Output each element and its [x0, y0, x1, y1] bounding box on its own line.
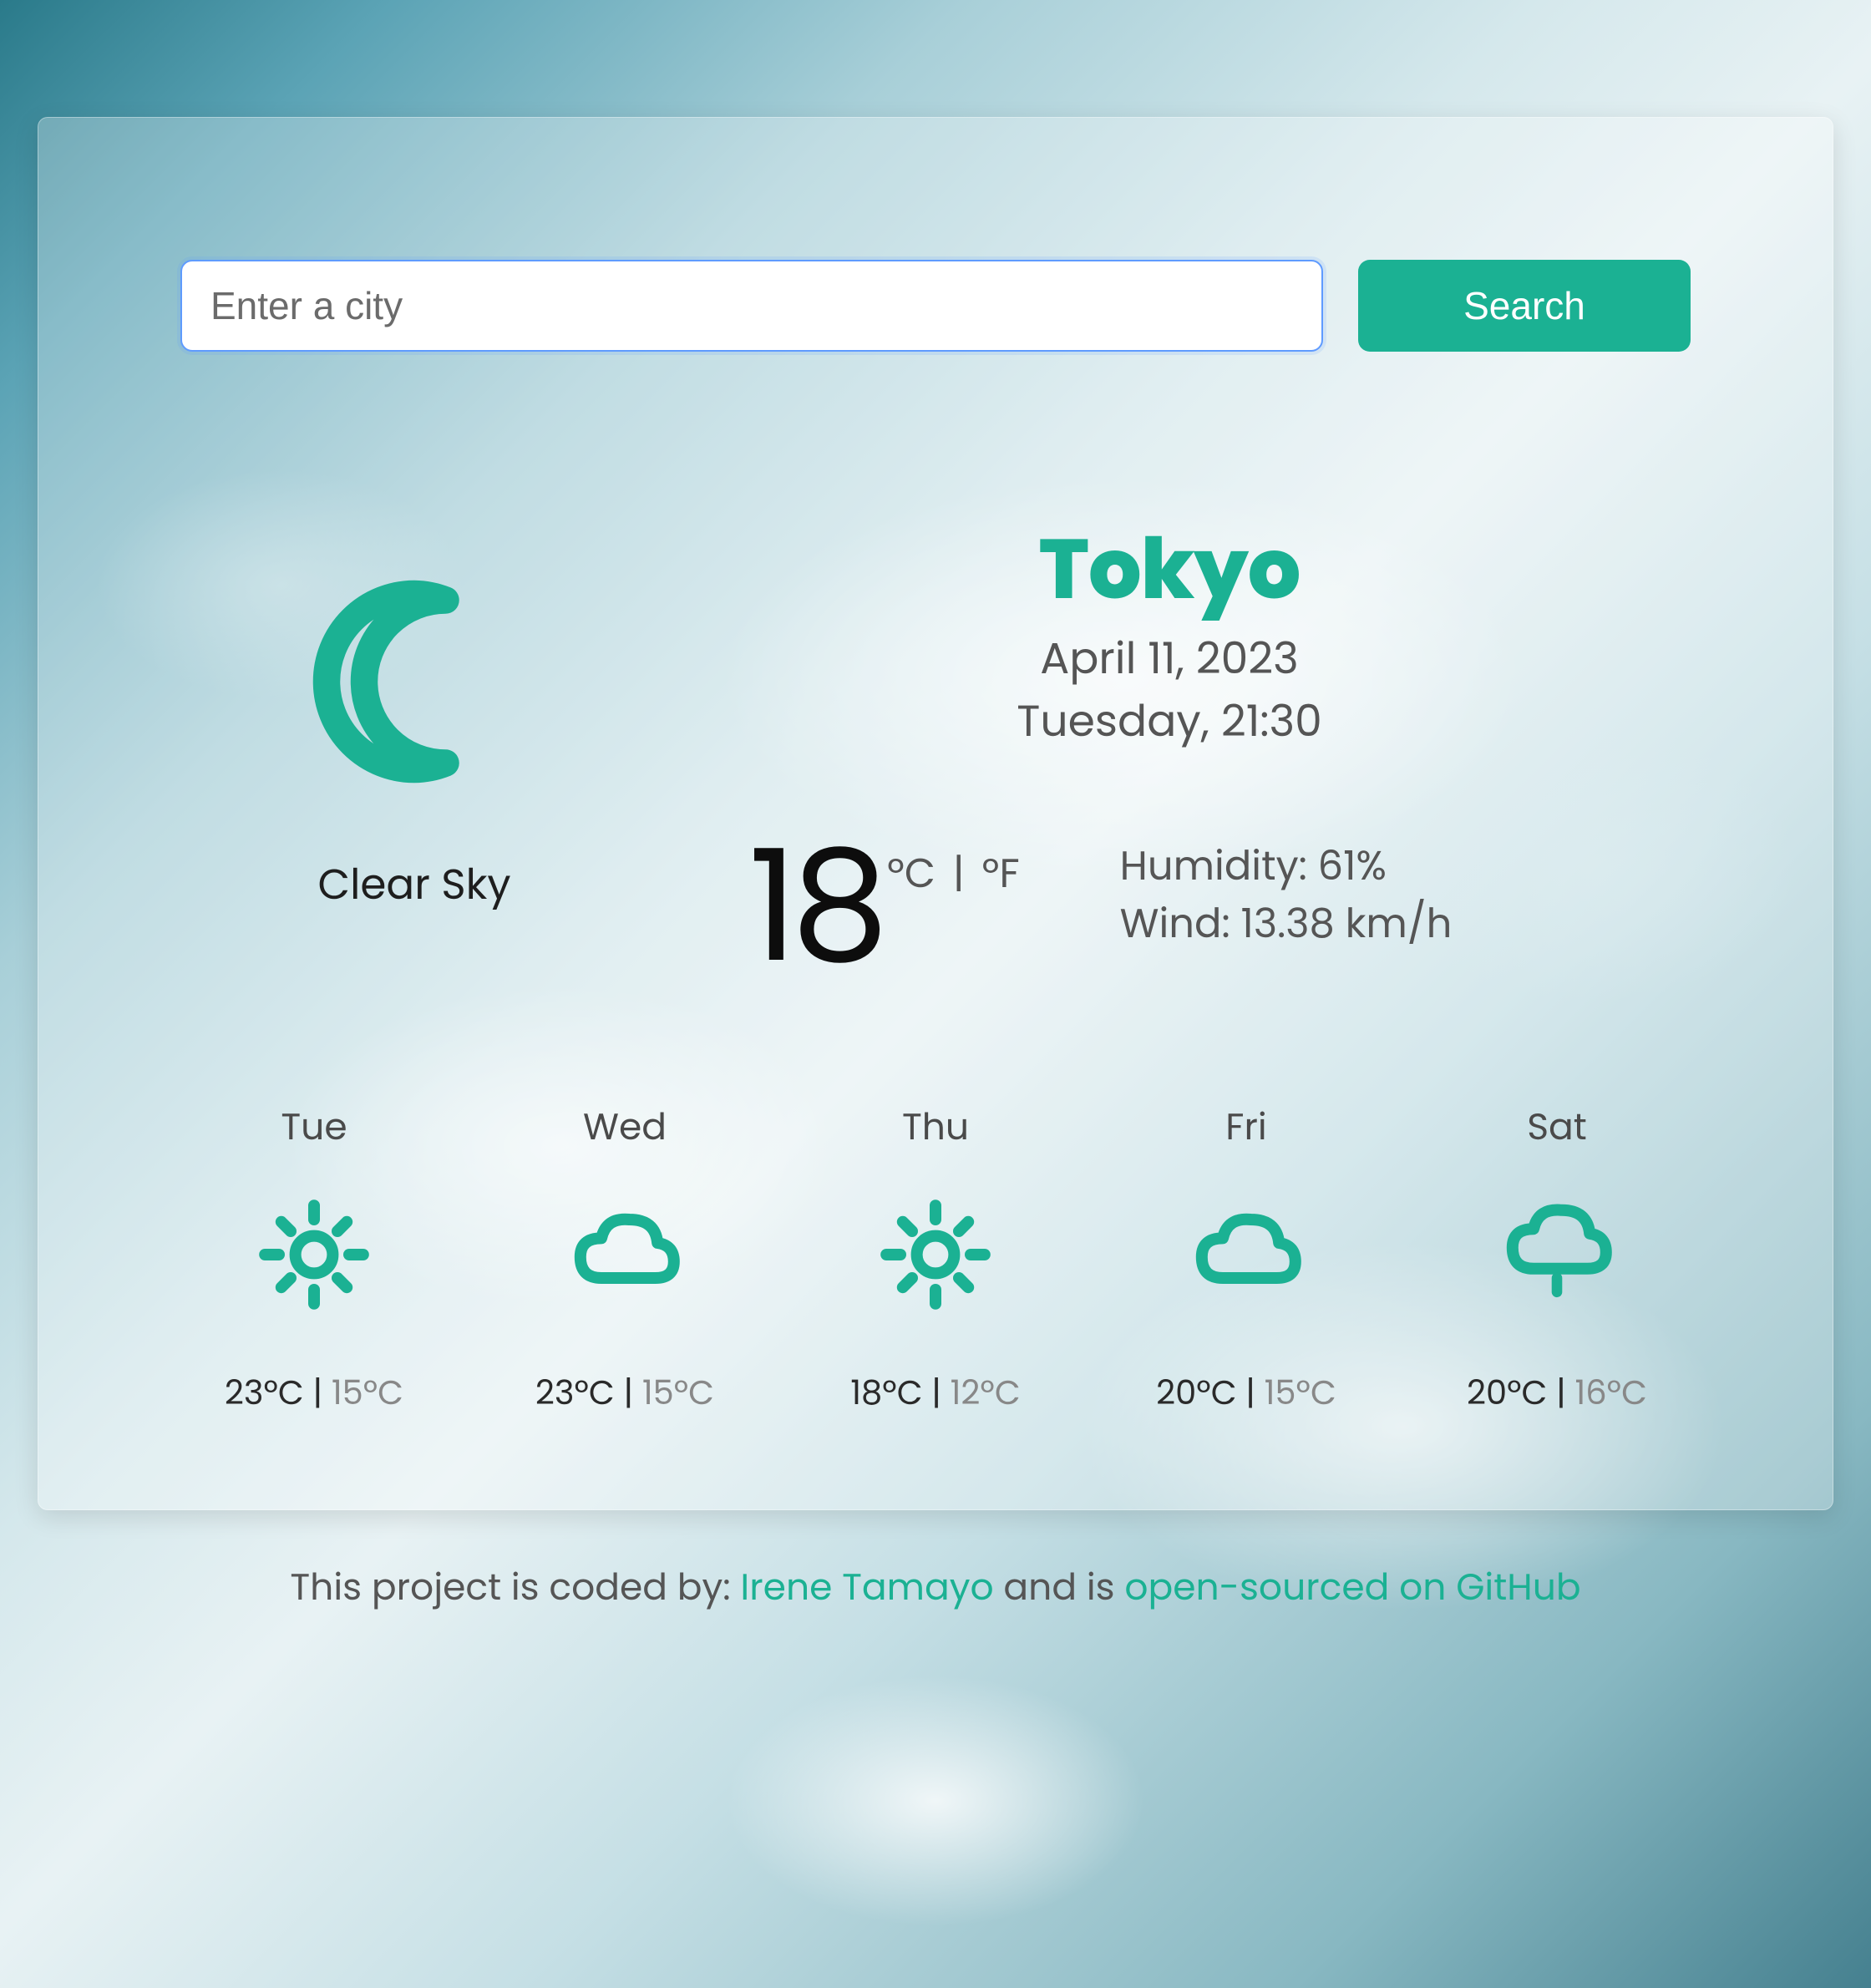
forecast-item: Wed 23ºC | 15ºC: [508, 1100, 742, 1417]
forecast-item: Sat 20ºC | 16ºC: [1440, 1100, 1674, 1417]
forecast-day-label: Fri: [1129, 1100, 1363, 1154]
forecast-low: 12ºC: [951, 1369, 1021, 1416]
forecast-low: 15ºC: [1265, 1369, 1336, 1416]
weather-description: Clear Sky: [180, 853, 648, 916]
humidity-value: 61%: [1318, 838, 1387, 894]
author-link[interactable]: Irene Tamayo: [740, 1562, 993, 1613]
forecast-high: 23ºC: [535, 1369, 615, 1416]
footer-prefix: This project is coded by:: [290, 1562, 740, 1613]
current-day-time: Tuesday, 21:30: [648, 690, 1691, 753]
footer-middle: and is: [994, 1562, 1125, 1613]
wind-line: Wind: 13.38 km/h: [1120, 895, 1453, 953]
weather-card: Search Clear Sky Tokyo April 11, 2023 Tu…: [38, 117, 1833, 1510]
forecast-item: Fri 20ºC | 15ºC: [1129, 1100, 1363, 1417]
forecast-low: 15ºC: [332, 1369, 403, 1416]
sun-icon: [877, 1196, 994, 1313]
forecast-temps: 23ºC | 15ºC: [197, 1367, 431, 1417]
forecast-day-label: Wed: [508, 1100, 742, 1154]
forecast-day-label: Tue: [197, 1100, 431, 1154]
search-row: Search: [180, 260, 1691, 352]
forecast-high: 20ºC: [1467, 1369, 1547, 1416]
current-info-column: Tokyo April 11, 2023 Tuesday, 21:30 18 º…: [648, 527, 1691, 983]
temperature-row: 18 ºC | ºF Humidity: 61% Wind: 13.38 km/…: [648, 829, 1691, 983]
current-icon-column: Clear Sky: [180, 527, 648, 916]
forecast-high: 23ºC: [225, 1369, 304, 1416]
forecast-row: Tue 23ºC | 15ºC Wed 23ºC | 15ºC Thu: [180, 1100, 1691, 1417]
sun-icon: [256, 1196, 373, 1313]
forecast-day-label: Sat: [1440, 1100, 1674, 1154]
humidity-line: Humidity: 61%: [1120, 837, 1453, 895]
wind-value: 13.38 km/h: [1241, 895, 1453, 951]
forecast-low: 15ºC: [642, 1369, 714, 1416]
forecast-low: 16ºC: [1574, 1369, 1647, 1416]
temperature-value: 18: [748, 829, 882, 983]
forecast-temps: 23ºC | 15ºC: [508, 1367, 742, 1417]
forecast-day-label: Thu: [819, 1100, 1052, 1154]
forecast-item: Tue 23ºC | 15ºC: [197, 1100, 431, 1417]
forecast-temps: 18ºC | 12ºC: [819, 1367, 1052, 1417]
cloud-icon: [1188, 1196, 1305, 1313]
unit-separator: |: [942, 845, 976, 901]
fahrenheit-link[interactable]: ºF: [982, 845, 1020, 901]
cloud-icon: [566, 1196, 683, 1313]
humidity-label: Humidity:: [1120, 838, 1318, 894]
temperature-block: 18 ºC | ºF: [748, 829, 1020, 983]
details-block: Humidity: 61% Wind: 13.38 km/h: [1120, 837, 1453, 953]
forecast-high: 20ºC: [1156, 1369, 1236, 1416]
wind-label: Wind:: [1120, 895, 1241, 951]
moon-icon: [310, 577, 519, 786]
forecast-high: 18ºC: [850, 1369, 922, 1416]
rain-icon: [1498, 1196, 1615, 1313]
temperature-units: ºC | ºF: [887, 844, 1020, 904]
current-date: April 11, 2023: [648, 627, 1691, 690]
city-name: Tokyo: [648, 527, 1691, 611]
search-button[interactable]: Search: [1358, 260, 1691, 352]
forecast-temps: 20ºC | 15ºC: [1129, 1367, 1363, 1417]
forecast-item: Thu 18ºC | 12ºC: [819, 1100, 1052, 1417]
city-search-input[interactable]: [180, 260, 1323, 352]
github-link[interactable]: open-sourced on GitHub: [1124, 1562, 1580, 1613]
celsius-link[interactable]: ºC: [887, 845, 936, 901]
footer-credits: This project is coded by: Irene Tamayo a…: [0, 1560, 1871, 1615]
forecast-temps: 20ºC | 16ºC: [1440, 1367, 1674, 1417]
current-weather: Clear Sky Tokyo April 11, 2023 Tuesday, …: [180, 527, 1691, 983]
